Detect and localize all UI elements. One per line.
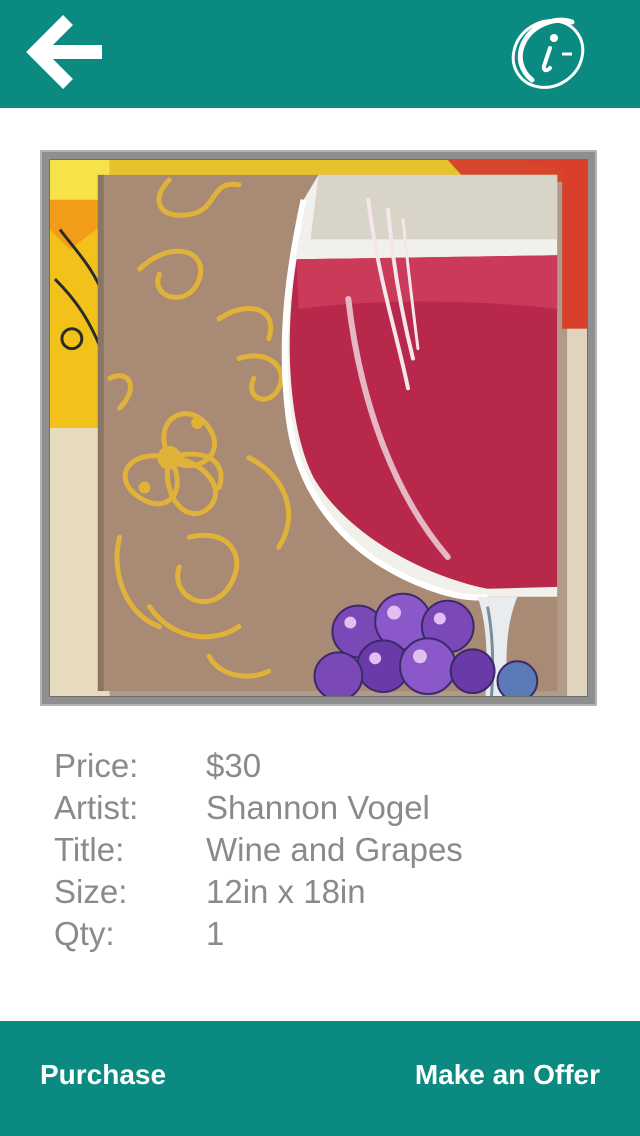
title-value: Wine and Grapes [206,831,463,868]
size-label: Size: [54,873,128,910]
artist-row: Artist: Shannon Vogel [54,787,614,829]
artist-label: Artist: [54,789,139,826]
title-row: Title: Wine and Grapes [54,829,614,871]
artwork-image-canvas [49,159,588,697]
artwork-detail-screen: Price: $30 Artist: Shannon Vogel Title: … [0,0,640,1136]
artwork-details: Price: $30 Artist: Shannon Vogel Title: … [54,745,614,955]
size-row: Size: 12in x 18in [54,871,614,913]
arrow-left-icon [26,15,102,89]
wine-painting-illustration [50,160,587,696]
title-label: Title: [54,831,125,868]
bottom-bar: Purchase Make an Offer [0,1021,640,1136]
qty-label: Qty: [54,915,115,952]
info-circle-icon [511,17,585,89]
size-value: 12in x 18in [206,873,366,910]
purchase-button[interactable]: Purchase [40,1021,166,1136]
make-offer-button[interactable]: Make an Offer [415,1021,600,1136]
price-label: Price: [54,747,139,784]
info-button[interactable] [502,8,594,96]
qty-value: 1 [206,915,225,952]
top-bar [0,0,640,108]
qty-row: Qty: 1 [54,913,614,955]
price-row: Price: $30 [54,745,614,787]
back-button[interactable] [24,10,110,96]
price-value: $30 [206,747,262,784]
artwork-image [40,150,597,706]
artist-value: Shannon Vogel [206,789,430,826]
